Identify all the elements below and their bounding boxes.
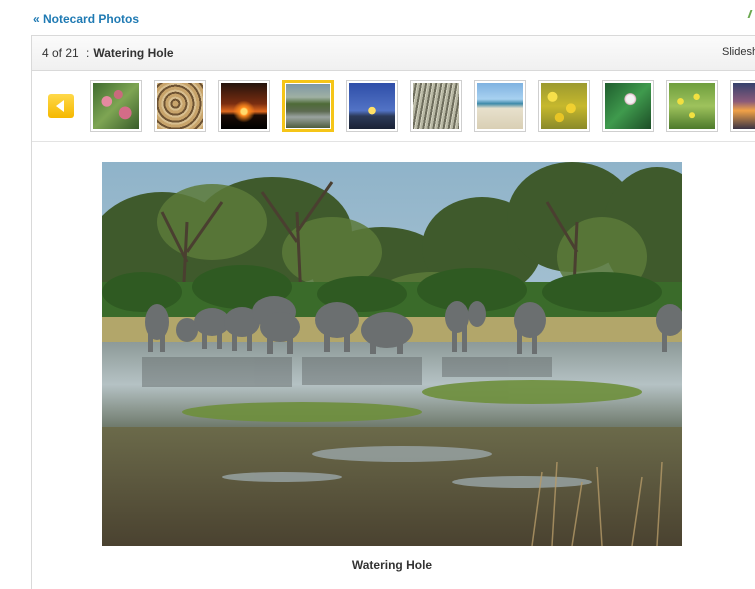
thumbnail-image (669, 83, 715, 129)
watering-hole-photo (102, 162, 682, 546)
photo-title: : Watering Hole (86, 46, 174, 60)
corner-check-icon (747, 10, 755, 18)
thumbnail-leopard[interactable] (154, 80, 206, 132)
arrow-left-icon (56, 100, 64, 112)
photo-caption: Watering Hole (351, 558, 433, 572)
previous-button[interactable] (48, 94, 74, 118)
thumbnail-pink-flowers[interactable] (90, 80, 142, 132)
thumbnail-image (349, 83, 395, 129)
title-separator: : (86, 46, 90, 60)
thumbnail-image (221, 83, 267, 129)
thumbnail-image (541, 83, 587, 129)
thumbnail-strip (32, 71, 755, 142)
thumbnail-water-lily[interactable] (602, 80, 654, 132)
thumbnail-image (733, 83, 755, 129)
thumbnail-image (157, 83, 203, 129)
thumbnail-image (413, 83, 459, 129)
thumbnail-image (477, 83, 523, 129)
thumbnail-dusk[interactable] (730, 80, 755, 132)
thumbnail-wildflowers[interactable] (666, 80, 718, 132)
thumbnail-yellow-flowers[interactable] (538, 80, 590, 132)
slideshow-link[interactable]: Slideshow (722, 46, 755, 58)
gallery-header: 4 of 21 :Watering Hole Slideshow (32, 36, 755, 71)
thumbnail-beach[interactable] (474, 80, 526, 132)
thumbnail-watering-hole-selected[interactable] (282, 80, 334, 132)
photo-gallery-panel: 4 of 21 :Watering Hole Slideshow (31, 35, 755, 589)
thumbnail-image (605, 83, 651, 129)
main-photo (102, 162, 682, 546)
photo-title-text: Watering Hole (93, 46, 174, 60)
back-link-notecard-photos[interactable]: « Notecard Photos (33, 12, 139, 26)
thumbnail-image (93, 83, 139, 129)
thumbnail-image (286, 84, 330, 128)
thumbnail-grasses[interactable] (410, 80, 462, 132)
thumbnail-moonrise[interactable] (346, 80, 398, 132)
thumbnail-sunset[interactable] (218, 80, 270, 132)
photo-counter: 4 of 21 (42, 46, 79, 60)
